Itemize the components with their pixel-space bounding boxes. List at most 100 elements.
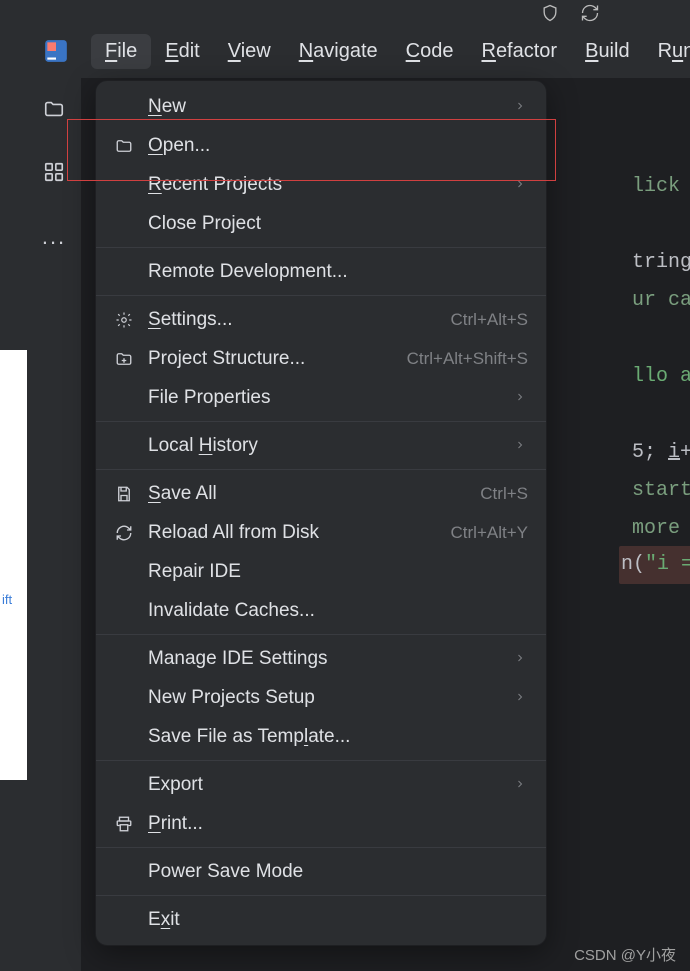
chevron-right-icon xyxy=(514,687,528,709)
menu-item-label: Manage IDE Settings xyxy=(148,648,500,670)
chevron-right-icon xyxy=(514,96,528,118)
project-icon xyxy=(114,349,134,369)
menu-item-label: Recent Projects xyxy=(148,174,500,196)
blank-icon xyxy=(114,388,134,408)
blank-icon xyxy=(114,214,134,234)
editor-text: start debugging xyxy=(632,479,690,502)
chevron-right-icon xyxy=(514,648,528,670)
menu-item-local-history[interactable]: Local History xyxy=(96,426,546,465)
print-icon xyxy=(114,814,134,834)
menu-view[interactable]: View xyxy=(214,34,285,69)
external-white-area xyxy=(0,350,27,780)
menu-item-label: File Properties xyxy=(148,387,500,409)
menu-shortcut: Ctrl+Alt+Y xyxy=(451,523,528,543)
menu-item-label: Project Structure... xyxy=(148,348,393,370)
menu-item-label: New xyxy=(148,96,500,118)
editor-text: "i = " xyxy=(645,553,690,576)
menu-code[interactable]: Code xyxy=(392,34,468,69)
menu-item-exit[interactable]: Exit xyxy=(96,900,546,939)
editor-text: 5; xyxy=(632,441,668,464)
menu-item-file-properties[interactable]: File Properties xyxy=(96,378,546,417)
menu-item-invalidate-caches[interactable]: Invalidate Caches... xyxy=(96,591,546,630)
menu-item-new-projects-setup[interactable]: New Projects Setup xyxy=(96,678,546,717)
menu-item-label: Exit xyxy=(148,909,528,931)
menu-item-save-file-as-template[interactable]: Save File as Template... xyxy=(96,717,546,756)
menu-item-label: Reload All from Disk xyxy=(148,522,437,544)
structure-tool-icon[interactable] xyxy=(43,161,65,188)
menu-separator xyxy=(96,634,546,635)
chevron-right-icon xyxy=(514,774,528,796)
menu-item-label: Settings... xyxy=(148,309,437,331)
menu-item-new[interactable]: New xyxy=(96,87,546,126)
external-label: ift xyxy=(2,592,12,607)
menu-separator xyxy=(96,469,546,470)
menu-separator xyxy=(96,247,546,248)
menu-navigate[interactable]: Navigate xyxy=(285,34,392,69)
menu-separator xyxy=(96,760,546,761)
blank-icon xyxy=(114,175,134,195)
folder-icon xyxy=(114,136,134,156)
chevron-right-icon xyxy=(514,387,528,409)
reload-icon xyxy=(114,523,134,543)
menu-item-label: Print... xyxy=(148,813,528,835)
save-icon xyxy=(114,484,134,504)
blank-icon xyxy=(114,862,134,882)
menu-item-manage-ide-settings[interactable]: Manage IDE Settings xyxy=(96,639,546,678)
menu-shortcut: Ctrl+Alt+S xyxy=(451,310,528,330)
menu-item-open[interactable]: Open... xyxy=(96,126,546,165)
menu-item-save-all[interactable]: Save AllCtrl+S xyxy=(96,474,546,513)
menu-edit[interactable]: Edit xyxy=(151,34,213,69)
chevron-right-icon xyxy=(514,435,528,457)
blank-icon xyxy=(114,649,134,669)
menu-item-label: Close Project xyxy=(148,213,528,235)
menu-item-label: Remote Development... xyxy=(148,261,528,283)
menu-separator xyxy=(96,295,546,296)
editor-text: ur caret at the h xyxy=(632,289,690,312)
editor-text: lick the xyxy=(632,175,690,198)
menu-item-label: Save File as Template... xyxy=(148,726,528,748)
chevron-right-icon xyxy=(514,174,528,196)
blank-icon xyxy=(114,727,134,747)
watermark: CSDN @Y小夜 xyxy=(574,944,676,965)
blank-icon xyxy=(114,262,134,282)
menu-item-settings[interactable]: Settings... Ctrl+Alt+S xyxy=(96,300,546,339)
editor-text: more by pressing xyxy=(632,517,690,540)
menu-build[interactable]: Build xyxy=(571,34,643,69)
menu-item-close-project[interactable]: Close Project xyxy=(96,204,546,243)
more-tools-icon[interactable]: ... xyxy=(42,224,66,250)
menu-separator xyxy=(96,847,546,848)
intellij-logo-icon[interactable] xyxy=(43,38,69,64)
menu-item-recent-projects[interactable]: Recent Projects xyxy=(96,165,546,204)
menu-shortcut: Ctrl+Alt+Shift+S xyxy=(407,349,528,369)
menu-item-project-structure[interactable]: Project Structure... Ctrl+Alt+Shift+S xyxy=(96,339,546,378)
menu-item-power-save-mode[interactable]: Power Save Mode xyxy=(96,852,546,891)
menu-item-export[interactable]: Export xyxy=(96,765,546,804)
project-tool-icon[interactable] xyxy=(43,98,65,125)
blank-icon xyxy=(114,562,134,582)
editor-text: n( xyxy=(621,553,645,576)
blank-icon xyxy=(114,775,134,795)
menu-item-label: Invalidate Caches... xyxy=(148,600,528,622)
editor-text: tring[] args) xyxy=(632,251,690,274)
blank-icon xyxy=(114,910,134,930)
menu-item-label: Repair IDE xyxy=(148,561,528,583)
menubar: FileEditViewNavigateCodeRefactorBuildRun… xyxy=(27,24,690,78)
menu-item-repair-ide[interactable]: Repair IDE xyxy=(96,552,546,591)
menu-run[interactable]: Run xyxy=(644,34,690,69)
menu-file[interactable]: File xyxy=(91,34,151,69)
blank-icon xyxy=(114,601,134,621)
menu-separator xyxy=(96,421,546,422)
menu-item-reload-all-from-disk[interactable]: Reload All from Disk Ctrl+Alt+Y xyxy=(96,513,546,552)
editor-text: ++) { xyxy=(680,441,690,464)
menu-item-label: Export xyxy=(148,774,500,796)
menu-shortcut: Ctrl+S xyxy=(480,484,528,504)
menu-separator xyxy=(96,895,546,896)
menu-item-remote-development[interactable]: Remote Development... xyxy=(96,252,546,291)
editor-text: llo and welco xyxy=(632,365,690,388)
file-menu-dropdown: New Open... Recent Projects Close Project Re… xyxy=(95,80,547,946)
menu-item-label: Power Save Mode xyxy=(148,861,528,883)
menu-item-print[interactable]: Print... xyxy=(96,804,546,843)
blank-icon xyxy=(114,436,134,456)
menu-refactor[interactable]: Refactor xyxy=(467,34,571,69)
blank-icon xyxy=(114,688,134,708)
